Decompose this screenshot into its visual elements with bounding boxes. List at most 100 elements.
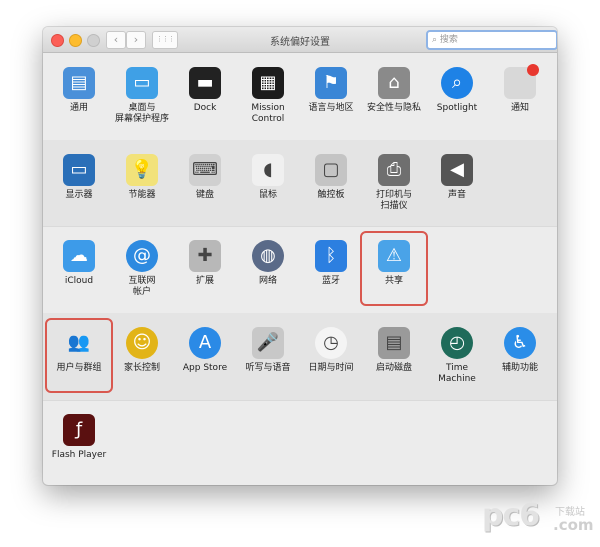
pref-pane-bluetooth[interactable]: ᛒ 蓝牙	[300, 240, 362, 287]
watermark-domain: .com	[553, 516, 594, 534]
sound-icon: ◀	[441, 154, 473, 186]
search-placeholder: 搜索	[439, 35, 458, 45]
pref-pane-keyboard[interactable]: ⌨ 键盘	[174, 154, 236, 201]
pref-pane-dictation-speech[interactable]: 🎤 听写与语音	[237, 327, 299, 374]
network-icon: ◍	[252, 240, 284, 272]
pref-pane-label: 触控板	[317, 190, 345, 200]
pref-pane-dock[interactable]: ▬ Dock	[174, 67, 236, 114]
pref-pane-label: 启动磁盘	[375, 363, 412, 373]
security-privacy-icon: ⌂	[378, 67, 410, 99]
energy-saver-icon: 💡	[126, 154, 158, 186]
pref-pane-spotlight[interactable]: ⌕ Spotlight	[426, 67, 488, 114]
keyboard-icon: ⌨	[189, 154, 221, 186]
pref-pane-label: 日期与时间	[308, 363, 354, 373]
pref-pane-general[interactable]: ▤ 通用	[48, 67, 110, 114]
flash-player-icon: ƒ	[63, 414, 95, 446]
pref-pane-label: 语言与地区	[308, 103, 354, 113]
dock-icon: ▬	[189, 67, 221, 99]
pref-pane-label: Dock	[193, 103, 217, 113]
pref-pane-label: Flash Player	[51, 450, 107, 460]
notifications-icon	[504, 64, 539, 99]
pref-pane-internet-accounts[interactable]: @ 互联网 帐户	[111, 240, 173, 298]
dictation-speech-icon: 🎤	[252, 327, 284, 359]
pref-pane-desktop-screensaver[interactable]: ▭ 桌面与 屏幕保护程序	[111, 67, 173, 125]
printer-scanner-icon: ⎙	[378, 154, 410, 186]
section-5: ƒ Flash Player	[43, 400, 557, 485]
title-bar: ‹ › ⋮⋮⋮ 系统偏好设置 ⌕ 搜索	[43, 27, 557, 53]
pref-pane-date-time[interactable]: ◷ 日期与时间	[300, 327, 362, 374]
pref-pane-label: 辅助功能	[501, 363, 538, 373]
pref-pane-time-machine[interactable]: ◴ Time Machine	[426, 327, 488, 385]
pref-pane-label: 通用	[69, 103, 88, 113]
pref-pane-label: 键盘	[195, 190, 214, 200]
pref-pane-label: 节能器	[128, 190, 156, 200]
pref-pane-label: 听写与语音	[245, 363, 291, 373]
pref-pane-energy-saver[interactable]: 💡 节能器	[111, 154, 173, 201]
watermark-logo: pc6	[482, 498, 540, 533]
desktop-screensaver-icon: ▭	[126, 67, 158, 99]
bluetooth-icon: ᛒ	[315, 240, 347, 272]
accessibility-icon: ♿	[504, 327, 536, 359]
date-time-icon: ◷	[315, 327, 347, 359]
pref-pane-label: 扩展	[195, 276, 214, 286]
sharing-icon: ⚠	[378, 240, 410, 272]
pref-pane-label: iCloud	[64, 276, 94, 286]
search-input[interactable]: ⌕ 搜索	[426, 30, 557, 50]
pref-pane-flash-player[interactable]: ƒ Flash Player	[48, 414, 110, 461]
system-preferences-window: ‹ › ⋮⋮⋮ 系统偏好设置 ⌕ 搜索 ▤ 通用 ▭ 桌面与 屏幕保护程序 ▬ Dock ▦…	[43, 27, 557, 485]
pref-pane-trackpad[interactable]: ▢ 触控板	[300, 154, 362, 201]
pref-pane-label: 鼠标	[258, 190, 277, 200]
pref-pane-security-privacy[interactable]: ⌂ 安全性与隐私	[363, 67, 425, 114]
pref-pane-parental-controls[interactable]: ☺ 家长控制	[111, 327, 173, 374]
time-machine-icon: ◴	[441, 327, 473, 359]
pref-pane-label: 互联网 帐户	[128, 276, 156, 297]
section-3: ☁ iCloud @ 互联网 帐户 ✚ 扩展 ◍ 网络 ᛒ 蓝牙 ⚠ 共享	[43, 226, 557, 314]
pref-pane-mouse[interactable]: ◖ 鼠标	[237, 154, 299, 201]
mouse-icon: ◖	[252, 154, 284, 186]
displays-icon: ▭	[63, 154, 95, 186]
section-2: ▭ 显示器 💡 节能器 ⌨ 键盘 ◖ 鼠标 ▢ 触控板 ⎙ 打印机与 扫描仪 ◀ 声音	[43, 140, 557, 227]
pref-pane-label: 用户与群组	[56, 363, 102, 373]
pref-pane-printer-scanner[interactable]: ⎙ 打印机与 扫描仪	[363, 154, 425, 212]
pref-pane-sharing[interactable]: ⚠ 共享	[363, 240, 425, 287]
pref-pane-accessibility[interactable]: ♿ 辅助功能	[489, 327, 551, 374]
pref-pane-app-store[interactable]: A App Store	[174, 327, 236, 374]
pref-pane-label: 安全性与隐私	[366, 103, 421, 113]
pref-pane-network[interactable]: ◍ 网络	[237, 240, 299, 287]
pref-pane-label: Time Machine	[438, 363, 476, 384]
pref-pane-label: 共享	[384, 276, 403, 286]
icloud-icon: ☁	[63, 240, 95, 272]
general-icon: ▤	[63, 67, 95, 99]
pref-pane-sound[interactable]: ◀ 声音	[426, 154, 488, 201]
pref-pane-label: Spotlight	[436, 103, 478, 113]
spotlight-icon: ⌕	[441, 67, 473, 99]
extensions-icon: ✚	[189, 240, 221, 272]
pref-pane-label: 打印机与 扫描仪	[375, 190, 412, 211]
internet-accounts-icon: @	[126, 240, 158, 272]
pref-pane-label: 网络	[258, 276, 277, 286]
startup-disk-icon: ▤	[378, 327, 410, 359]
pref-pane-label: App Store	[182, 363, 228, 373]
section-4: 👥 用户与群组 ☺ 家长控制 A App Store 🎤 听写与语音 ◷ 日期与时间 ▤ 启动磁盘 ◴ T…	[43, 313, 557, 401]
users-groups-icon: 👥	[67, 332, 91, 353]
pref-pane-label: 显示器	[65, 190, 93, 200]
pref-pane-label: 家长控制	[123, 363, 160, 373]
parental-controls-icon: ☺	[126, 327, 158, 359]
trackpad-icon: ▢	[315, 154, 347, 186]
pref-pane-displays[interactable]: ▭ 显示器	[48, 154, 110, 201]
search-icon: ⌕	[432, 35, 440, 45]
pref-pane-label: 声音	[447, 190, 466, 200]
pref-pane-icloud[interactable]: ☁ iCloud	[48, 240, 110, 287]
pref-pane-extensions[interactable]: ✚ 扩展	[174, 240, 236, 287]
badge-dot	[527, 64, 539, 76]
language-region-icon: ⚑	[315, 67, 347, 99]
app-store-icon: A	[189, 327, 221, 359]
pref-pane-startup-disk[interactable]: ▤ 启动磁盘	[363, 327, 425, 374]
pref-pane-label: Mission Control	[251, 103, 285, 124]
pref-pane-label: 蓝牙	[321, 276, 340, 286]
pref-pane-notifications[interactable]: 通知	[489, 64, 551, 114]
pref-pane-language-region[interactable]: ⚑ 语言与地区	[300, 67, 362, 114]
pref-pane-label: 通知	[510, 103, 529, 113]
pref-pane-users-groups[interactable]: 👥 用户与群组	[48, 327, 110, 374]
pref-pane-mission-control[interactable]: ▦ Mission Control	[237, 67, 299, 125]
